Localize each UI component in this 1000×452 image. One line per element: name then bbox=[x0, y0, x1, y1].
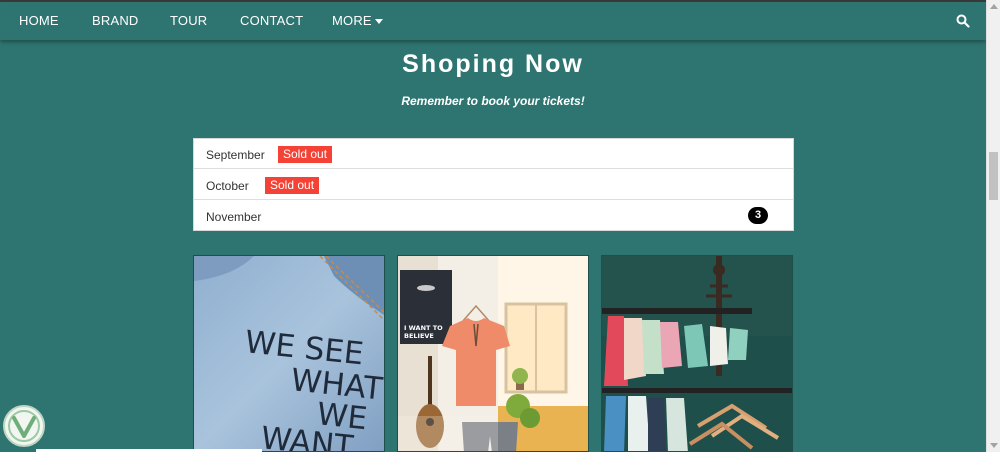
count-badge: 3 bbox=[748, 207, 768, 224]
scroll-up-arrow-icon[interactable] bbox=[990, 4, 998, 9]
top-navbar: HOME BRAND TOUR CONTACT MORE bbox=[0, 2, 986, 40]
v-logo-icon bbox=[3, 405, 45, 447]
page-scrollbar[interactable] bbox=[986, 0, 1000, 452]
search-button[interactable] bbox=[956, 14, 970, 28]
scroll-thumb[interactable] bbox=[989, 152, 998, 200]
nav-home[interactable]: HOME bbox=[19, 2, 59, 40]
list-item[interactable]: November 3 bbox=[194, 201, 793, 231]
search-icon bbox=[956, 14, 970, 28]
page-title: Shoping Now bbox=[402, 50, 584, 78]
month-label: September bbox=[206, 148, 265, 162]
tour-month-list: September Sold out October Sold out Nove… bbox=[193, 138, 794, 231]
product-image-denim-jacket[interactable]: WE SEE WHAT WE WANT bbox=[193, 255, 385, 452]
month-label: November bbox=[206, 210, 262, 224]
nav-tour[interactable]: TOUR bbox=[170, 2, 207, 40]
nav-more[interactable]: MORE bbox=[332, 2, 383, 40]
sold-out-badge: Sold out bbox=[265, 177, 320, 194]
sold-out-badge: Sold out bbox=[278, 146, 333, 163]
poster-text-line: I WANT TO bbox=[404, 324, 443, 332]
nav-brand[interactable]: BRAND bbox=[92, 2, 139, 40]
tshirt-room-photo: I WANT TO BELIEVE bbox=[398, 256, 588, 451]
caret-down-icon bbox=[374, 19, 383, 25]
denim-jacket-photo: WE SEE WHAT WE WANT bbox=[194, 256, 384, 451]
month-label: October bbox=[206, 179, 249, 193]
product-image-clothes-rack[interactable] bbox=[601, 255, 793, 452]
nav-more-label: MORE bbox=[332, 13, 372, 28]
product-image-tshirt-room[interactable]: I WANT TO BELIEVE bbox=[397, 255, 589, 452]
scroll-down-arrow-icon[interactable] bbox=[990, 443, 998, 448]
list-item[interactable]: October Sold out bbox=[194, 170, 793, 200]
poster-text-line: BELIEVE bbox=[404, 332, 434, 340]
clothes-rack-photo bbox=[602, 256, 792, 451]
nav-contact[interactable]: CONTACT bbox=[240, 2, 303, 40]
list-item[interactable]: September Sold out bbox=[194, 139, 793, 169]
brand-logo[interactable] bbox=[2, 404, 46, 448]
page-subtitle: Remember to book your tickets! bbox=[401, 94, 585, 108]
